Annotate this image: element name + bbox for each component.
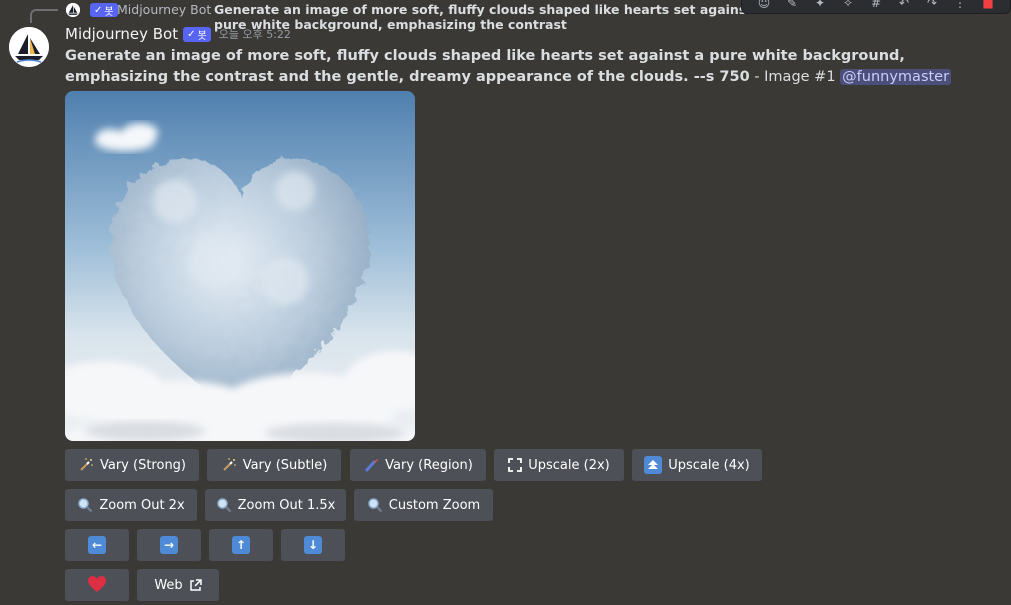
check-icon: ✓	[94, 4, 103, 16]
magic-wand-icon	[221, 457, 237, 473]
arrow-right-icon: →	[160, 536, 178, 554]
reply-icon[interactable]: ↶	[895, 0, 913, 10]
arrow-left-icon: ←	[88, 536, 106, 554]
pan-down-button[interactable]: ↓	[281, 529, 345, 561]
delete-icon[interactable]: ■	[979, 0, 997, 10]
favorite-button[interactable]	[65, 569, 129, 601]
vary-region-button[interactable]: Vary (Region)	[350, 449, 486, 481]
timestamp[interactable]: 오늘 오후 5:22	[219, 26, 291, 42]
zoom-out-2x-button[interactable]: Zoom Out 2x	[65, 489, 197, 521]
arrow-up-icon: ↑	[232, 536, 250, 554]
upscale-2x-button[interactable]: Upscale (2x)	[494, 449, 624, 481]
expand-icon	[508, 458, 523, 472]
sailboat-logo-icon	[9, 27, 49, 67]
pan-right-button[interactable]: →	[137, 529, 201, 561]
bot-tag: ✓ 봇	[183, 26, 211, 42]
reply-author-name[interactable]: Midjourney Bot	[117, 2, 211, 17]
apps-icon[interactable]: ✧	[839, 0, 857, 10]
generated-image[interactable]	[65, 91, 415, 441]
edit-icon[interactable]: ✎	[783, 0, 801, 10]
magnifier-icon	[367, 497, 383, 513]
custom-zoom-button[interactable]: Custom Zoom	[354, 489, 493, 521]
vary-strong-button[interactable]: Vary (Strong)	[65, 449, 199, 481]
message-toolbar: ☺ ✎ ✦ ✧ # ↶ ↷ ⋮ ■	[741, 0, 1011, 14]
forward-icon[interactable]: ↷	[923, 0, 941, 10]
user-mention[interactable]: @funnymaster	[840, 69, 952, 85]
heart-icon	[87, 575, 107, 596]
thread-icon[interactable]: #	[867, 0, 885, 10]
zoom-out-1-5x-button[interactable]: Zoom Out 1.5x	[205, 489, 346, 521]
more-icon[interactable]: ⋮	[951, 0, 969, 10]
vary-subtle-button[interactable]: Vary (Subtle)	[207, 449, 341, 481]
reaction-icon[interactable]: ☺	[755, 0, 773, 10]
upscale-4x-button[interactable]: Upscale (4x)	[632, 449, 762, 481]
heart-cloud-image	[65, 91, 415, 441]
author-name[interactable]: Midjourney Bot	[65, 25, 178, 43]
magnifier-icon	[77, 497, 93, 513]
pan-left-button[interactable]: ←	[65, 529, 129, 561]
web-link-button[interactable]: Web	[137, 569, 219, 601]
react-icon[interactable]: ✦	[811, 0, 829, 10]
pan-up-button[interactable]: ↑	[209, 529, 273, 561]
author-avatar[interactable]	[9, 27, 49, 67]
message-header: Midjourney Bot ✓ 봇 오늘 오후 5:22	[65, 24, 291, 44]
magnifier-icon	[216, 497, 232, 513]
reply-avatar[interactable]	[66, 3, 80, 17]
check-icon: ✓	[187, 28, 196, 40]
reply-text[interactable]: Generate an image of more soft, fluffy c…	[214, 2, 774, 32]
separator-text: -	[749, 69, 765, 85]
external-link-icon	[189, 578, 202, 592]
reply-spine	[30, 9, 58, 23]
magic-wand-icon	[78, 457, 94, 473]
arrow-down-icon: ↓	[304, 536, 322, 554]
message-content: Generate an image of more soft, fluffy c…	[65, 46, 985, 88]
image-label: Image #1	[764, 69, 836, 85]
discord-message-view: ✓ 봇 Midjourney Bot Generate an image of …	[0, 0, 1011, 605]
paintbrush-icon	[363, 457, 379, 473]
double-up-arrow-icon	[644, 456, 663, 474]
reply-bot-tag: ✓ 봇	[90, 3, 118, 18]
